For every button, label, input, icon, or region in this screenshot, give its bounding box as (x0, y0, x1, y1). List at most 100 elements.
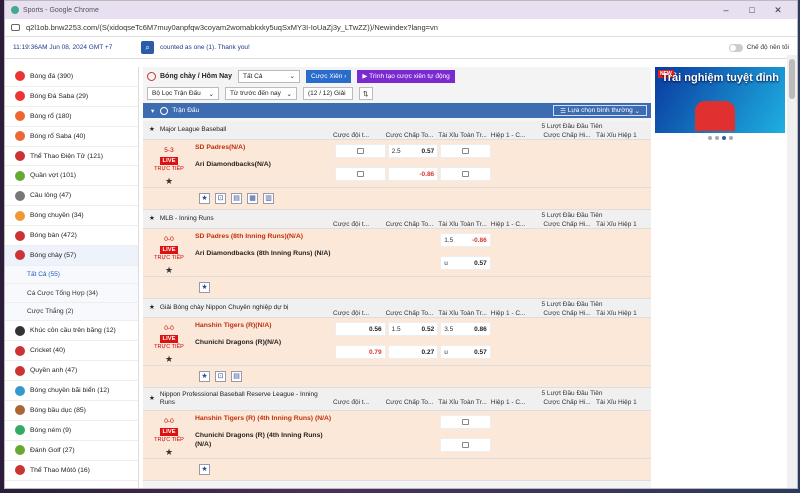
away-team[interactable]: Chunichi Dragons (R)(N/A) (195, 339, 335, 356)
away-team[interactable]: Chunichi Dragons (R) (4th Inning Runs) (… (195, 432, 335, 449)
sidebar-item[interactable]: Thể Thao Điện Tử (121) (5, 147, 138, 167)
sidebar-item[interactable]: Bóng chuyền (34) (5, 206, 138, 227)
table-icon[interactable]: ▦ (247, 193, 258, 205)
auto-parlay-button[interactable]: ▶ Trình tạo cược xiên tự động (357, 69, 455, 83)
odds-cell[interactable]: 1.5 0.52 (387, 322, 439, 337)
scrollbar[interactable] (787, 55, 797, 488)
stats-icon[interactable]: ⊡ (215, 193, 226, 205)
sidebar-sub-item[interactable]: Cá Cược Tổng Hợp (34) (5, 284, 138, 303)
browser-window: Sports - Google Chrome – □ ✕ q2l1ob.bnw2… (4, 0, 798, 489)
star-icon[interactable]: ★ (149, 395, 155, 403)
favorite-icon[interactable]: ★ (165, 354, 173, 365)
column-name: Tài Xỉu Toàn Tr... (438, 221, 487, 229)
promo-banner[interactable]: NEW Trải nghiệm tuyệt đỉnh (655, 67, 785, 133)
odds-cell[interactable] (335, 144, 386, 158)
sidebar-item[interactable]: Bóng bàn (472) (5, 226, 138, 247)
sidebar-item[interactable]: Cricket (40) (5, 341, 138, 362)
odds-cell (335, 415, 386, 429)
home-team[interactable]: SD Padres (8th Inning Runs)(N/A) (195, 233, 335, 250)
lock-icon (461, 442, 469, 449)
odds-cell[interactable]: 0.79 (335, 345, 386, 360)
home-team[interactable]: Hanshin Tigers (R)(N/A) (195, 322, 335, 339)
scroll-thumb[interactable] (789, 59, 795, 99)
star-icon[interactable]: ★ (149, 304, 155, 312)
odds-cell[interactable]: u 0.57 (440, 345, 491, 360)
address-bar[interactable]: q2l1ob.bnw2253.com/(S(xidoqseTc6M7muy0an… (5, 19, 797, 37)
odds-cell (598, 345, 649, 359)
sort-icon[interactable]: ⇅ (359, 87, 373, 100)
order-select[interactable]: Từ trước đến nay ⌄ (225, 87, 297, 100)
odds-mode-select[interactable]: ☰ Lựa chọn bình thường ⌄ (553, 105, 647, 116)
carousel-dot[interactable] (707, 136, 712, 140)
favorite-icon[interactable]: ★ (199, 193, 210, 205)
odds-cell[interactable]: -0.86 (387, 167, 439, 182)
league-count-select[interactable]: (12 / 12) Giải (303, 87, 353, 100)
league-name[interactable]: ★ Giải Bóng chày Nippon Chuyên nghiệp dự … (143, 299, 333, 317)
scoreboard-icon[interactable]: ▤ (231, 193, 242, 205)
home-team[interactable]: Hanshin Tigers (R) (4th Inning Runs) (N/… (195, 415, 335, 432)
sidebar-item[interactable]: Khúc côn cầu trên băng (12) (5, 321, 138, 342)
close-button[interactable]: ✕ (765, 5, 791, 16)
favorite-icon[interactable]: ★ (199, 464, 210, 476)
carousel-dot[interactable] (728, 136, 733, 140)
maximize-button[interactable]: □ (739, 5, 765, 15)
sidebar-item[interactable]: Bóng đá (390) (5, 67, 138, 87)
odds-cell (598, 144, 649, 158)
sidebar-item[interactable]: Đánh Golf (27) (5, 441, 138, 461)
odds-cell[interactable]: 3.5 0.86 (440, 322, 491, 337)
collapse-icon[interactable]: ▾ (151, 107, 154, 115)
league-name[interactable]: ★ Nippon Professional Baseball Reserve Le… (143, 388, 333, 410)
sidebar-item[interactable]: Bóng ném (9) (5, 421, 138, 441)
stats-icon[interactable]: ⊡ (215, 371, 226, 383)
match-filter-select[interactable]: Bộ Lọc Trận Đấu ⌄ (147, 87, 219, 100)
minimize-button[interactable]: – (713, 5, 739, 15)
home-team[interactable]: SD Padres(N/A) (195, 144, 335, 161)
sidebar-item[interactable]: Bóng bầu dục (85) (5, 401, 138, 421)
search-icon[interactable]: ⌕ (141, 41, 154, 54)
sidebar-item[interactable]: Thể Thao Môtô (16) (5, 461, 138, 481)
odds-cell[interactable] (440, 167, 491, 182)
favorite-icon[interactable]: ★ (165, 265, 173, 276)
odds-cell[interactable] (335, 167, 386, 182)
parlay-button[interactable]: Cược Xiên › (305, 69, 352, 83)
sidebar-item[interactable]: Bóng rổ (180) (5, 107, 138, 127)
star-icon[interactable]: ★ (149, 215, 155, 223)
sidebar-item[interactable]: Bóng rổ Saba (40) (5, 127, 138, 147)
odds-cell[interactable]: u 0.57 (440, 256, 491, 271)
carousel-dot[interactable] (721, 136, 726, 140)
sidebar-item[interactable]: Bóng Đá Saba (29) (5, 87, 138, 107)
url-text[interactable]: q2l1ob.bnw2253.com/(S(xidoqseTc6M7muy0an… (26, 23, 438, 32)
market-select[interactable]: Tất Cả ⌄ (237, 69, 300, 83)
odds-cell[interactable]: 0.27 (387, 345, 439, 360)
sidebar-item[interactable]: Quần vợt (101) (5, 166, 138, 187)
sidebar-item-label: Quyền anh (47) (30, 367, 78, 375)
chart-icon[interactable]: ▥ (263, 193, 274, 205)
league-name[interactable]: ★ Major League Baseball (143, 121, 333, 139)
odds-cell[interactable] (440, 415, 491, 430)
odds-cell[interactable]: 1.5 -0.86 (440, 233, 491, 248)
favorite-icon[interactable]: ★ (199, 371, 210, 383)
sidebar-item[interactable]: Bóng chuyền bãi biển (12) (5, 381, 138, 401)
favorite-icon[interactable]: ★ (165, 447, 173, 458)
site-info-icon[interactable] (11, 24, 20, 31)
sidebar-item[interactable]: Cầu lông (47) (5, 186, 138, 207)
sidebar-sub-item[interactable]: Cược Thắng (2) (5, 302, 138, 322)
carousel-dot[interactable] (714, 136, 719, 140)
away-team[interactable]: Ari Diamondbacks (8th Inning Runs) (N/A) (195, 250, 335, 267)
odds-cell[interactable] (440, 144, 491, 158)
sidebar-item[interactable]: Bóng chày (57) (5, 246, 138, 266)
odds-cell[interactable] (440, 438, 491, 453)
odds-value: -0.86 (419, 170, 435, 178)
carousel-dots[interactable] (655, 136, 785, 140)
dark-mode-toggle[interactable] (728, 43, 743, 52)
odds-cell[interactable]: 0.56 (335, 322, 386, 337)
league-name[interactable]: ★ MLB - Inning Runs (143, 210, 333, 228)
favorite-icon[interactable]: ★ (199, 282, 210, 294)
sidebar-item[interactable]: Quyền anh (47) (5, 361, 138, 382)
favorite-icon[interactable]: ★ (165, 176, 173, 187)
star-icon[interactable]: ★ (149, 126, 155, 134)
scoreboard-icon[interactable]: ▤ (231, 371, 242, 383)
away-team[interactable]: Ari Diamondbacks(N/A) (195, 161, 335, 178)
odds-cell[interactable]: 2.5 0.57 (387, 144, 439, 158)
sidebar-sub-item[interactable]: Tất Cả (55) (5, 265, 138, 285)
